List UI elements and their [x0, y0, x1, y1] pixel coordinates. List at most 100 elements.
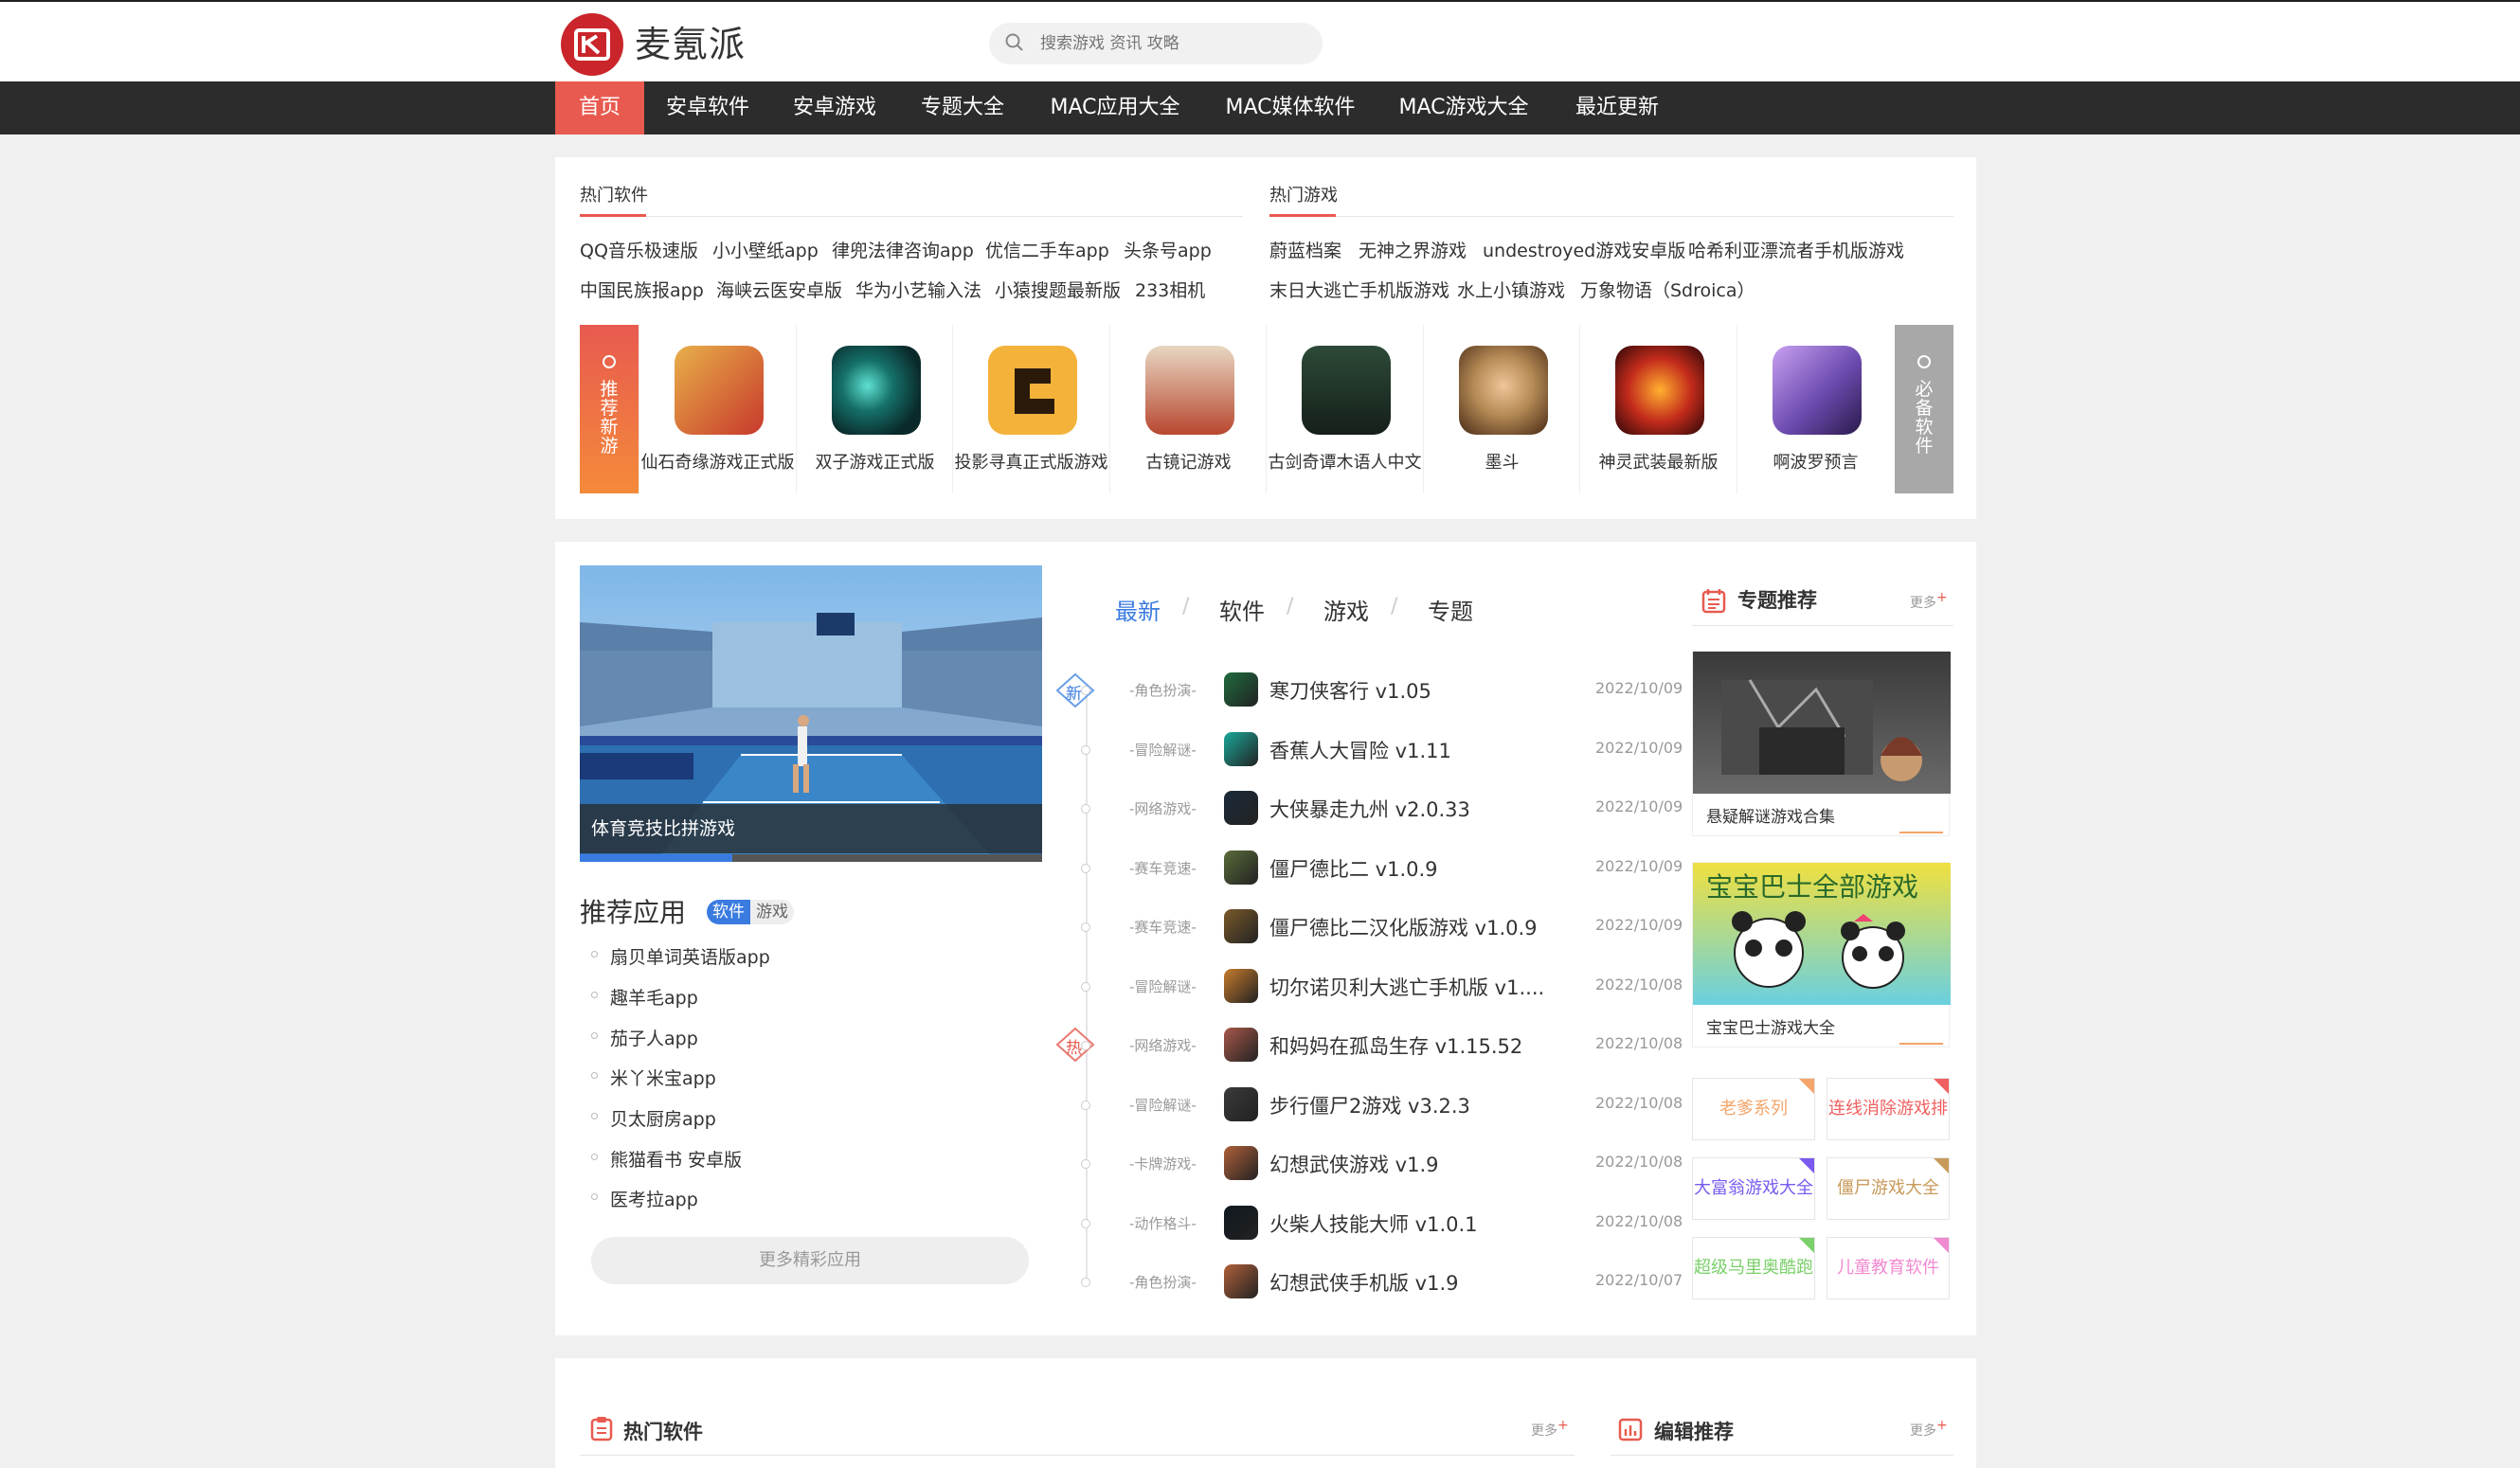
- feed-title[interactable]: 僵尸德比二汉化版游戏 v1.0.9: [1269, 913, 1538, 941]
- nav-topics[interactable]: 专题大全: [910, 81, 1015, 134]
- feed-row[interactable]: -网络游戏- 和妈妈在孤岛生存 v1.15.52 2022/10/08: [1080, 1024, 1683, 1067]
- topic-tag[interactable]: 超级马里奥酷跑: [1692, 1237, 1815, 1299]
- nav-recent[interactable]: 最近更新: [1565, 81, 1669, 134]
- recommend-app-tile[interactable]: 墨斗: [1423, 325, 1579, 493]
- site-name[interactable]: 麦氪派: [635, 15, 746, 67]
- hot-software-link[interactable]: 中国民族报app: [580, 277, 704, 302]
- mirror-icon[interactable]: [1145, 346, 1234, 435]
- topic-caption[interactable]: 悬疑解谜游戏合集: [1706, 803, 1835, 827]
- recommend-app-link[interactable]: 茄子人app: [591, 1025, 698, 1050]
- topic-tag[interactable]: 僵尸游戏大全: [1827, 1157, 1950, 1220]
- topic-tag[interactable]: 儿童教育软件: [1827, 1237, 1950, 1299]
- feed-title[interactable]: 僵尸德比二 v1.0.9: [1269, 854, 1438, 883]
- xianshi-icon[interactable]: [675, 346, 764, 435]
- feed-category[interactable]: -冒险解谜-: [1129, 740, 1197, 760]
- game-icon[interactable]: [1224, 1028, 1258, 1062]
- hot-game-link[interactable]: 末日大逃亡手机版游戏: [1269, 277, 1449, 302]
- hot-software-link[interactable]: 小小壁纸app: [712, 237, 819, 262]
- feed-category[interactable]: -赛车竞速-: [1129, 917, 1197, 937]
- apollo-icon[interactable]: [1773, 346, 1862, 435]
- game-icon[interactable]: [1224, 968, 1258, 1003]
- featured-banner[interactable]: 体育竞技比拼游戏: [580, 565, 1042, 862]
- hot-game-link[interactable]: 水上小镇游戏: [1457, 277, 1565, 302]
- hot-game-link[interactable]: 万象物语（Sdroica）: [1580, 277, 1755, 302]
- feed-row[interactable]: -卡牌游戏- 幻想武侠游戏 v1.9 2022/10/08: [1080, 1142, 1683, 1186]
- recommend-app-link[interactable]: 熊猫看书 安卓版: [591, 1146, 742, 1172]
- feed-title[interactable]: 火柴人技能大师 v1.0.1: [1269, 1209, 1478, 1238]
- feed-title[interactable]: 幻想武侠游戏 v1.9: [1269, 1150, 1439, 1178]
- nav-android-software[interactable]: 安卓软件: [656, 81, 760, 134]
- search-box[interactable]: [989, 23, 1323, 64]
- feed-title[interactable]: 和妈妈在孤岛生存 v1.15.52: [1269, 1031, 1522, 1060]
- feed-title[interactable]: 寒刀侠客行 v1.05: [1269, 676, 1431, 705]
- search-input[interactable]: [1040, 30, 1305, 57]
- hot-game-link[interactable]: 蔚蓝档案: [1269, 237, 1341, 262]
- recommend-app-tile[interactable]: 仙石奇缘游戏正式版: [639, 325, 795, 493]
- sword-icon[interactable]: [1302, 346, 1391, 435]
- hot-software-link[interactable]: 小猿搜题最新版: [995, 277, 1121, 302]
- nav-mac-media[interactable]: MAC媒体软件: [1216, 81, 1364, 134]
- game-icon[interactable]: [1224, 1264, 1258, 1298]
- feed-row[interactable]: -角色扮演- 幻想武侠手机版 v1.9 2022/10/07: [1080, 1261, 1683, 1304]
- essential-software-label[interactable]: 必备软件: [1895, 325, 1953, 493]
- recommend-app-tile[interactable]: 啊波罗预言: [1737, 325, 1895, 493]
- game-icon[interactable]: [1224, 672, 1258, 707]
- game-icon[interactable]: [1224, 1086, 1258, 1121]
- feed-row[interactable]: -赛车竞速- 僵尸德比二 v1.0.9 2022/10/09: [1080, 847, 1683, 890]
- feed-title[interactable]: 幻想武侠手机版 v1.9: [1269, 1268, 1459, 1297]
- nav-mac-games[interactable]: MAC游戏大全: [1390, 81, 1538, 134]
- tab-software[interactable]: 软件: [707, 900, 750, 924]
- game-icon[interactable]: [1224, 731, 1258, 766]
- feed-title[interactable]: 切尔诺贝利大逃亡手机版 v1....: [1269, 973, 1544, 1001]
- feed-row[interactable]: -冒险解谜- 切尔诺贝利大逃亡手机版 v1.... 2022/10/08: [1080, 965, 1683, 1009]
- hot-game-link[interactable]: undestroyed游戏安卓版: [1483, 237, 1685, 262]
- shadow-icon[interactable]: [988, 346, 1077, 435]
- feed-category[interactable]: -赛车竞速-: [1129, 858, 1197, 878]
- recommend-app-tile[interactable]: 神灵武装最新版: [1579, 325, 1736, 493]
- feed-category[interactable]: -网络游戏-: [1129, 1035, 1197, 1055]
- search-icon[interactable]: [1004, 32, 1025, 53]
- game-icon[interactable]: [1224, 909, 1258, 943]
- topic-tag[interactable]: 大富翁游戏大全: [1692, 1157, 1815, 1220]
- babybus-topic-image[interactable]: 宝宝巴士全部游戏: [1693, 863, 1951, 1005]
- game-icon[interactable]: [1224, 1146, 1258, 1180]
- tab-games[interactable]: 游戏: [750, 900, 794, 924]
- topic-caption[interactable]: 宝宝巴士游戏大全: [1706, 1014, 1835, 1038]
- feed-title[interactable]: 大侠暴走九州 v2.0.33: [1269, 795, 1470, 823]
- topics-more-link[interactable]: 更多+: [1910, 590, 1948, 612]
- recommend-app-link[interactable]: 扇贝单词英语版app: [591, 943, 770, 969]
- topic-tag[interactable]: 老爹系列: [1692, 1078, 1815, 1140]
- hot-software-link[interactable]: 优信二手车app: [985, 237, 1109, 262]
- feed-category[interactable]: -网络游戏-: [1129, 798, 1197, 818]
- recommend-app-tile[interactable]: 古镜记游戏: [1109, 325, 1266, 493]
- feed-category[interactable]: -角色扮演-: [1129, 1272, 1197, 1292]
- tab-software[interactable]: 软件: [1219, 593, 1265, 626]
- hot-software-link[interactable]: 海峡云医安卓版: [716, 277, 842, 302]
- feed-category[interactable]: -冒险解谜-: [1129, 976, 1197, 996]
- hot-software-link[interactable]: QQ音乐极速版: [580, 237, 698, 262]
- banner-caption[interactable]: 体育竞技比拼游戏: [580, 804, 1042, 853]
- recommend-app-link[interactable]: 米丫米宝app: [591, 1065, 716, 1090]
- recommend-app-tile[interactable]: 投影寻真正式版游戏: [952, 325, 1108, 493]
- recommend-app-link[interactable]: 医考拉app: [591, 1186, 698, 1211]
- feed-row[interactable]: -赛车竞速- 僵尸德比二汉化版游戏 v1.0.9 2022/10/09: [1080, 905, 1683, 949]
- feed-category[interactable]: -卡牌游戏-: [1129, 1154, 1197, 1173]
- hot-software-link[interactable]: 233相机: [1135, 277, 1205, 302]
- feed-row[interactable]: -动作格斗- 火柴人技能大师 v1.0.1 2022/10/08: [1080, 1202, 1683, 1245]
- feed-row[interactable]: -网络游戏- 大侠暴走九州 v2.0.33 2022/10/09: [1080, 787, 1683, 831]
- recommend-app-link[interactable]: 趣羊毛app: [591, 984, 698, 1010]
- recommend-app-tile[interactable]: 双子游戏正式版: [796, 325, 952, 493]
- tab-latest[interactable]: 最新: [1115, 593, 1161, 626]
- hot-game-link[interactable]: 哈希利亚漂流者手机版游戏: [1688, 237, 1904, 262]
- hot-software-link[interactable]: 律兜法律咨询app: [832, 237, 974, 262]
- tab-topics[interactable]: 专题: [1428, 593, 1473, 626]
- feed-category[interactable]: -动作格斗-: [1129, 1213, 1197, 1233]
- tab-games[interactable]: 游戏: [1323, 593, 1369, 626]
- armor-icon[interactable]: [1615, 346, 1704, 435]
- recommend-app-tile[interactable]: 古剑奇谭木语人中文: [1266, 325, 1422, 493]
- bottom-right-more-link[interactable]: 更多+: [1910, 1418, 1948, 1440]
- mouk-icon[interactable]: [1459, 346, 1548, 435]
- game-icon[interactable]: [1224, 791, 1258, 825]
- feed-row[interactable]: -冒险解谜- 步行僵尸2游戏 v3.2.3 2022/10/08: [1080, 1083, 1683, 1127]
- twins-icon[interactable]: [832, 346, 921, 435]
